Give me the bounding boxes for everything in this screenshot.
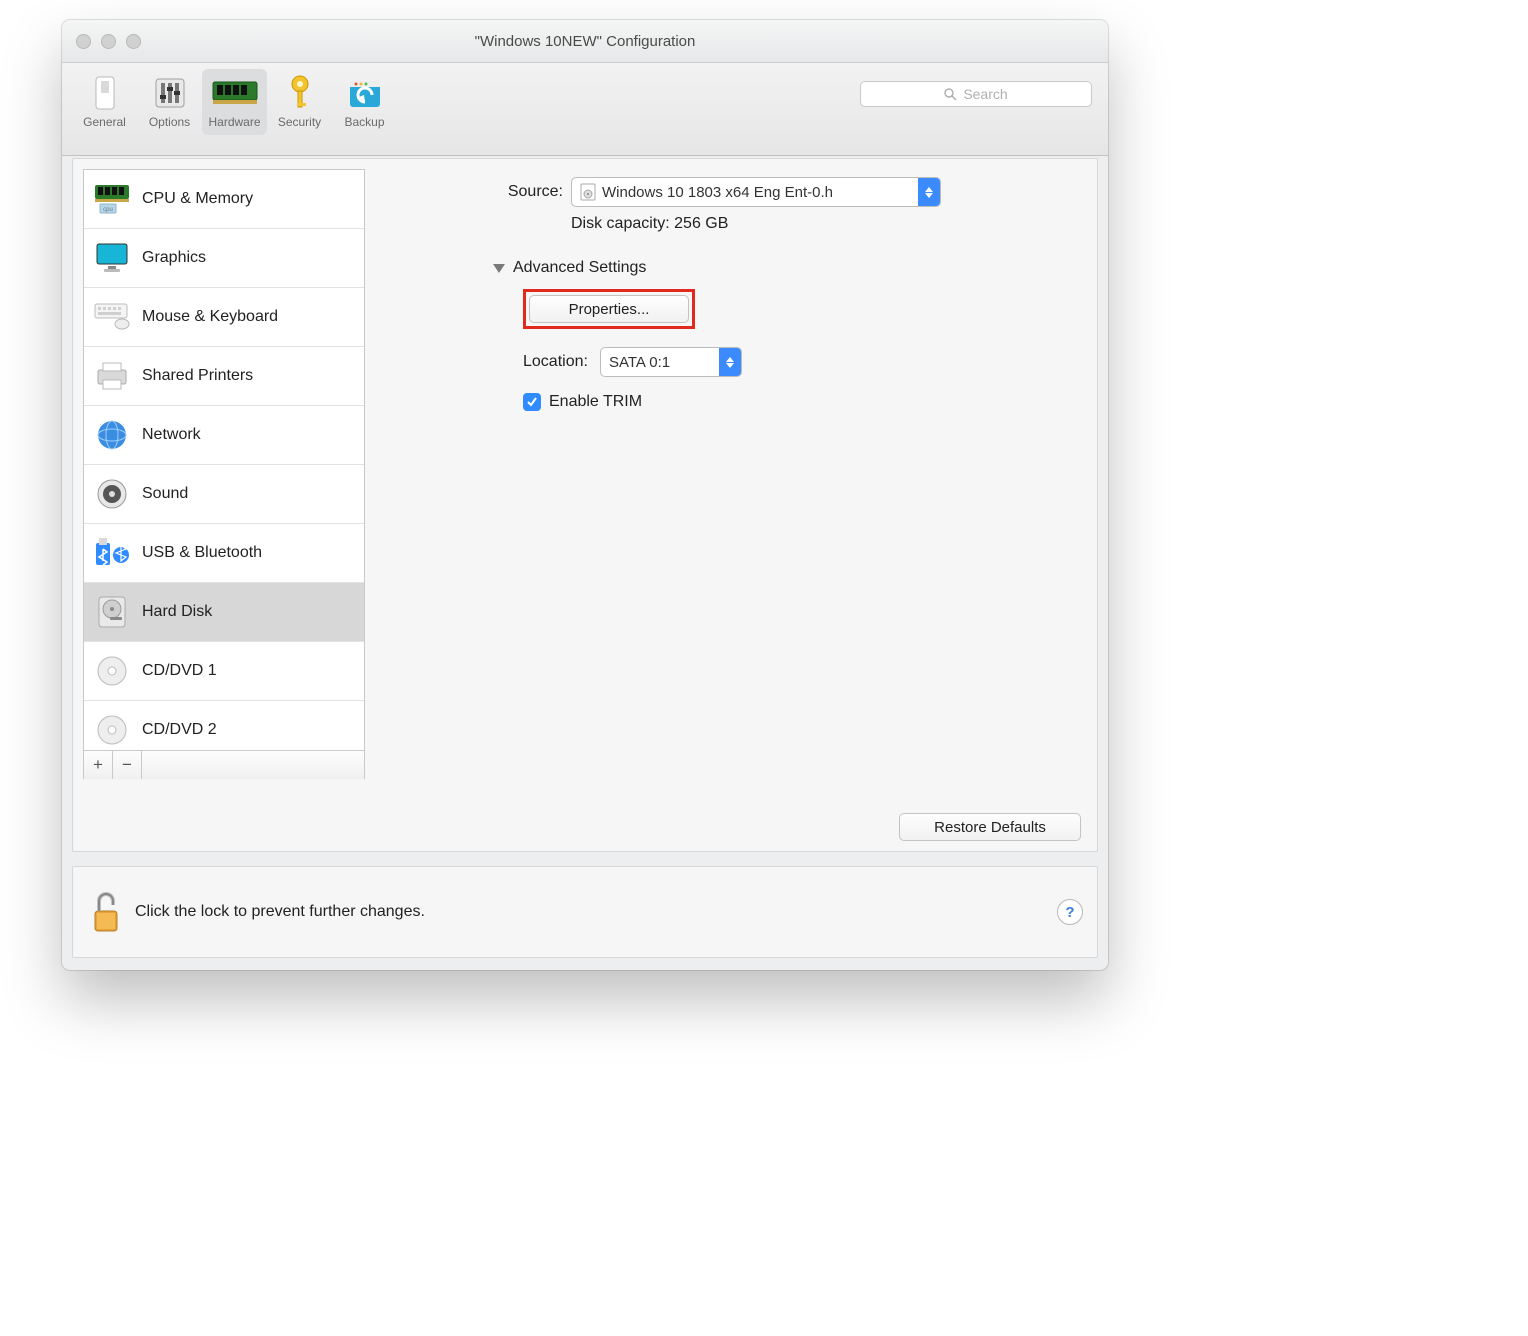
lock-message: Click the lock to prevent further change… [135,903,425,921]
toolbar: General Options Hardware Security Backup [62,63,1108,156]
lock-icon[interactable] [89,889,123,935]
sidebar-item-sound[interactable]: Sound [84,465,364,524]
usb-bluetooth-icon [94,535,130,571]
enable-trim-label: Enable TRIM [549,393,642,411]
sidebar-item-cddvd-2[interactable]: CD/DVD 2 [84,701,364,750]
sidebar-list: cpu CPU & Memory Graphics Mouse & Keyboa… [84,170,364,750]
window-title: "Windows 10NEW" Configuration [475,33,696,50]
search-icon [944,88,957,101]
sidebar-item-label: Network [142,426,201,444]
toolbar-general[interactable]: General [72,69,137,135]
location-value: SATA 0:1 [609,354,719,371]
ram-icon: cpu [94,181,130,217]
sidebar-item-network[interactable]: Network [84,406,364,465]
monitor-icon [94,240,130,276]
toolbar-security[interactable]: Security [267,69,332,135]
close-window-button[interactable] [76,34,91,49]
advanced-settings-label: Advanced Settings [513,259,646,277]
sidebar-item-usb-bluetooth[interactable]: USB & Bluetooth [84,524,364,583]
properties-button[interactable]: Properties... [529,295,689,323]
toolbar-options[interactable]: Options [137,69,202,135]
speaker-icon [94,476,130,512]
sidebar-item-label: Sound [142,485,188,503]
restore-defaults-label: Restore Defaults [934,819,1046,836]
search-placeholder: Search [963,86,1007,102]
sidebar-item-label: Hard Disk [142,603,212,621]
advanced-settings-disclosure[interactable]: Advanced Settings [493,259,1081,277]
svg-text:cpu: cpu [103,207,113,213]
add-device-button[interactable]: + [84,751,113,779]
sidebar-footer: + − [84,750,364,779]
sidebar-item-cpu-memory[interactable]: cpu CPU & Memory [84,170,364,229]
disc-icon [94,653,130,689]
sidebar-item-mouse-keyboard[interactable]: Mouse & Keyboard [84,288,364,347]
sidebar-item-graphics[interactable]: Graphics [84,229,364,288]
restore-defaults-button[interactable]: Restore Defaults [899,813,1081,841]
titlebar: "Windows 10NEW" Configuration [62,20,1108,63]
remove-device-button[interactable]: − [113,751,142,779]
footer-bar: Click the lock to prevent further change… [72,866,1098,958]
toolbar-hardware[interactable]: Hardware [202,69,267,135]
toolbar-label: Backup [332,115,397,135]
sidebar-item-label: Graphics [142,249,206,267]
enable-trim-checkbox[interactable] [523,393,541,411]
toolbar-label: Options [137,115,202,135]
minimize-window-button[interactable] [101,34,116,49]
toolbar-label: General [72,115,137,135]
backup-icon [332,71,397,115]
content-pane: cpu CPU & Memory Graphics Mouse & Keyboa… [72,158,1098,852]
hard-disk-icon [94,594,130,630]
sliders-icon [137,71,202,115]
key-icon [267,71,332,115]
search-field[interactable]: Search [860,81,1092,107]
printer-icon [94,358,130,394]
location-select[interactable]: SATA 0:1 [600,347,742,377]
source-label: Source: [393,183,571,201]
sidebar-item-label: CD/DVD 1 [142,662,217,680]
sidebar-item-hard-disk[interactable]: Hard Disk [84,583,364,642]
disk-capacity-text: Disk capacity: 256 GB [571,215,1081,233]
sidebar-item-label: Shared Printers [142,367,253,385]
hardware-sidebar: cpu CPU & Memory Graphics Mouse & Keyboa… [83,169,365,779]
source-select[interactable]: Windows 10 1803 x64 Eng Ent-0.h [571,177,941,207]
keyboard-mouse-icon [94,299,130,335]
sidebar-item-label: CD/DVD 2 [142,721,217,739]
sidebar-item-label: Mouse & Keyboard [142,308,278,326]
help-button[interactable]: ? [1057,899,1083,925]
ram-icon [202,71,267,115]
location-label: Location: [523,353,588,371]
detail-pane: Source: Windows 10 1803 x64 Eng Ent-0.h … [393,177,1081,841]
disk-file-icon [580,183,596,201]
toolbar-backup[interactable]: Backup [332,69,397,135]
zoom-window-button[interactable] [126,34,141,49]
restore-defaults-container: Restore Defaults [899,813,1081,841]
sidebar-item-label: USB & Bluetooth [142,544,262,562]
globe-icon [94,417,130,453]
source-value: Windows 10 1803 x64 Eng Ent-0.h [602,184,918,201]
window-controls [76,34,141,49]
sidebar-item-cddvd-1[interactable]: CD/DVD 1 [84,642,364,701]
properties-button-label: Properties... [569,301,650,318]
disc-icon [94,712,130,748]
dropdown-arrow-icon [719,348,741,376]
disclosure-triangle-icon [493,264,505,273]
configuration-window: "Windows 10NEW" Configuration General Op… [62,20,1108,970]
sidebar-item-shared-printers[interactable]: Shared Printers [84,347,364,406]
toolbar-label: Security [267,115,332,135]
switch-icon [72,71,137,115]
annotation-highlight: Properties... [523,289,695,329]
toolbar-label: Hardware [202,115,267,135]
sidebar-item-label: CPU & Memory [142,190,253,208]
dropdown-arrow-icon [918,178,940,206]
